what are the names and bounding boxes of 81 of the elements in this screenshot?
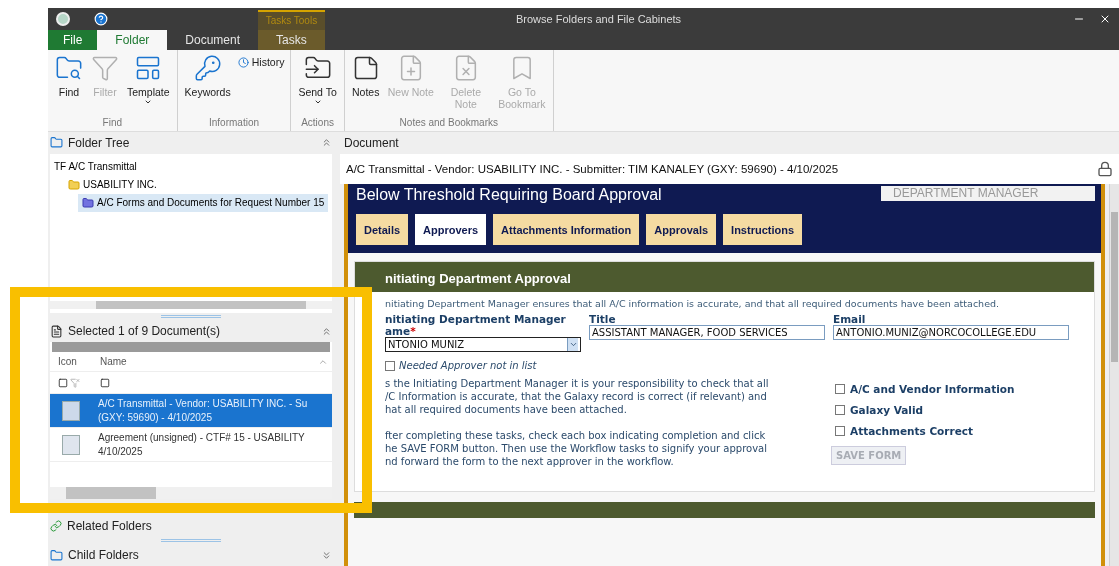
- splitter-grip[interactable]: [161, 539, 221, 542]
- field-label: Email: [833, 313, 866, 325]
- ribbon-button[interactable]: Find: [52, 54, 86, 117]
- filter-toggle-icon[interactable]: [100, 377, 110, 388]
- document-icon: [50, 324, 63, 338]
- intro-text: nitiating Department Manager ensures that all A/C information is accurate, and that all required documents have been attached.: [385, 298, 1001, 309]
- section-title: nitiating Department Approval: [355, 262, 1094, 292]
- folder-icon: [68, 178, 80, 191]
- document-thumbnail-icon: [62, 434, 80, 455]
- field-label: nitiating Department Manager: [385, 313, 566, 325]
- clock-icon: [237, 56, 249, 68]
- document-name: A/C Transmittal - Vendor: USABILITY INC. - Su (GXY: 59690) - 4/10/2025: [97, 396, 309, 425]
- tree-item[interactable]: TF A/C Transmittal: [50, 157, 141, 176]
- folder-icon: [50, 136, 63, 150]
- form-tab[interactable]: Approvals: [646, 214, 717, 245]
- context-tab-label: Tasks Tools: [258, 10, 325, 30]
- document-row[interactable]: A/C Transmittal - Vendor: USABILITY INC. - Su (GXY: 59690) - 4/10/2025: [50, 394, 332, 429]
- collapse-icon[interactable]: [321, 325, 332, 337]
- folder-icon: [50, 548, 63, 562]
- ribbon-tab[interactable]: Folder: [97, 30, 168, 50]
- checkbox-label: Needed Approver not in list: [399, 360, 537, 371]
- pane-title: Document: [344, 136, 400, 150]
- column-header[interactable]: Name: [92, 356, 318, 368]
- title-field[interactable]: ASSISTANT MANAGER, FOOD SERVICES: [589, 325, 825, 340]
- field-label: ame*: [385, 325, 416, 337]
- pane-title: Folder Tree: [68, 135, 131, 150]
- folder-search-icon: [55, 54, 83, 82]
- role-field: DEPARTMENT MANAGER: [881, 186, 1095, 201]
- manager-dropdown[interactable]: NTONIO MUNIZ: [385, 337, 581, 352]
- folder-icon: [82, 196, 94, 209]
- filter-icon: [91, 54, 119, 82]
- help-icon[interactable]: [94, 12, 108, 26]
- tree-item[interactable]: USABILITY INC.: [64, 175, 161, 194]
- collapse-icon[interactable]: [321, 137, 332, 149]
- pane-title: Related Folders: [67, 518, 153, 533]
- form-tab[interactable]: Attachments Information: [493, 214, 640, 245]
- scrollbar[interactable]: [50, 300, 332, 309]
- form-heading: Below Threshold Requiring Board Approval: [356, 186, 662, 204]
- ribbon-button[interactable]: Keywords: [181, 54, 234, 117]
- window-title: Browse Folders and File Cabinets: [516, 13, 682, 25]
- checkbox[interactable]: [385, 360, 395, 371]
- ribbon-button[interactable]: Notes: [348, 54, 383, 117]
- checkbox-label: Galaxy Valid: [850, 404, 923, 416]
- close-icon[interactable]: [1099, 13, 1111, 25]
- scrollbar[interactable]: [1109, 184, 1119, 566]
- field-label: Title: [589, 313, 616, 325]
- column-header[interactable]: Icon: [50, 356, 92, 368]
- ribbon-group-label: Notes and Bookmarks: [398, 117, 499, 130]
- keys-icon: [193, 54, 222, 82]
- checkbox[interactable]: [835, 426, 845, 436]
- ribbon-group-label: Actions: [300, 117, 335, 130]
- link-icon: [50, 519, 62, 532]
- form-tab[interactable]: Approvers: [415, 214, 487, 245]
- ribbon-group-label: Information: [208, 117, 260, 130]
- ribbon-tab[interactable]: Tasks: [258, 30, 325, 50]
- ribbon-tab[interactable]: File: [48, 30, 98, 50]
- email-field[interactable]: ANTONIO.MUNIZ@NORCOCOLLEGE.EDU: [833, 325, 1069, 340]
- pane-title: Selected 1 of 9 Document(s): [68, 324, 222, 339]
- checkbox-label: Attachments Correct: [850, 425, 974, 437]
- ribbon-group-label: Find: [101, 117, 124, 130]
- checkbox[interactable]: [835, 384, 845, 394]
- ribbon-button[interactable]: Send To: [295, 54, 340, 117]
- expand-icon[interactable]: [321, 549, 332, 561]
- form-tab[interactable]: Details: [356, 214, 409, 245]
- history-button[interactable]: History: [235, 54, 287, 70]
- document-thumbnail-icon: [62, 400, 80, 421]
- document-title: A/C Transmittal - Vendor: USABILITY INC. - Submitter: TIM KANALEY (GXY: 59690) - 4/10/2025: [346, 163, 840, 175]
- tree-item[interactable]: A/C Forms and Documents for Request Number 15: [78, 193, 329, 212]
- instruction-text: fter completing these tasks, check each box indicating completion and click he SAVE FORM button. Then use the Workflow tasks to signify your approval nd forward the form to the next approver in the workflow.: [385, 429, 768, 468]
- document-name: Agreement (unsigned) - CTF# 15 - USABILITY 4/10/2025: [97, 430, 306, 459]
- checkbox[interactable]: [835, 405, 845, 415]
- form-tab[interactable]: Instructions: [723, 214, 803, 245]
- ribbon-tab[interactable]: Document: [167, 30, 259, 50]
- instruction-text: s the Initiating Department Manager it is your responsibility to check that all /C Information is accurate, that the Galaxy record is correct (if relevant) and hat all required documents have been attached.: [385, 377, 770, 416]
- pane-title: Child Folders: [68, 548, 140, 563]
- splitter-grip[interactable]: [161, 315, 221, 319]
- checkbox-label: A/C and Vendor Information: [850, 383, 1015, 395]
- filter-toggle-icon[interactable]: [58, 377, 68, 388]
- lock-icon[interactable]: [1097, 161, 1113, 177]
- ribbon-button[interactable]: Template: [124, 54, 173, 117]
- dropdown-icon: [568, 340, 578, 349]
